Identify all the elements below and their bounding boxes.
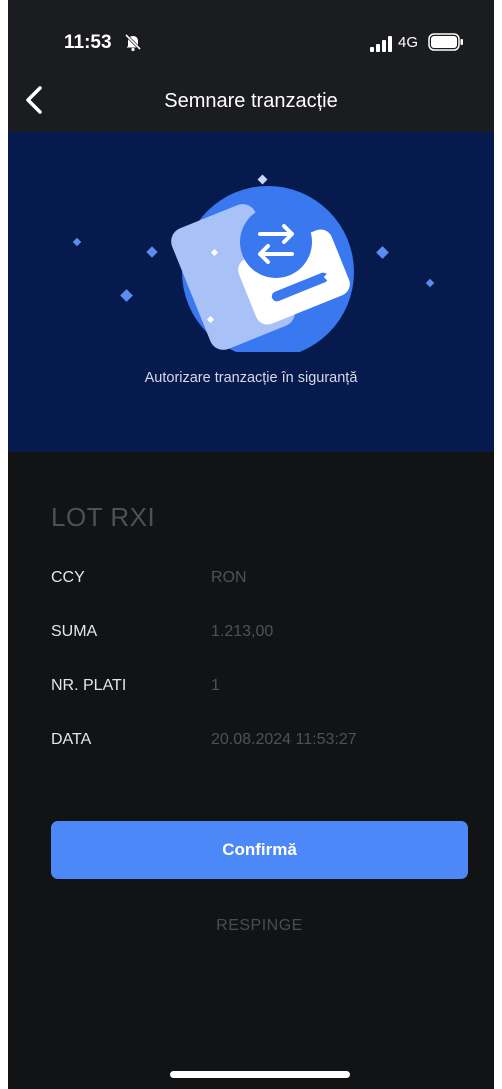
detail-row-ccy: CCY RON xyxy=(51,569,471,593)
detail-label: DATA xyxy=(51,731,92,748)
hero-banner: Autorizare tranzacție în siguranță xyxy=(8,132,494,452)
navigation-bar: Semnare tranzacție xyxy=(8,70,494,132)
signal-bars-icon xyxy=(370,36,392,52)
phone-transfer-icon xyxy=(72,174,435,352)
detail-value: 20.08.2024 11:53:27 xyxy=(211,731,357,748)
detail-row-payments-count: NR. PLATI 1 xyxy=(51,677,471,701)
status-time: 11:53 xyxy=(64,32,112,53)
detail-value: 1.213,00 xyxy=(211,623,274,640)
detail-row-date: DATA 20.08.2024 11:53:27 xyxy=(51,731,471,755)
status-bar: 11:53 4G xyxy=(8,0,494,70)
phone-screen: 11:53 4G Semnare tranzacție Autorizare t… xyxy=(8,0,494,1089)
battery-icon xyxy=(428,33,463,51)
page-title: Semnare tranzacție xyxy=(164,90,338,112)
detail-row-amount: SUMA 1.213,00 xyxy=(51,623,471,647)
reject-button[interactable]: RESPINGE xyxy=(51,908,468,944)
detail-value: RON xyxy=(211,569,247,586)
home-indicator[interactable] xyxy=(170,1071,350,1078)
batch-title: LOT RXI xyxy=(51,502,156,532)
network-type: 4G xyxy=(398,34,419,51)
detail-label: NR. PLATI xyxy=(51,677,127,694)
bell-slash-icon xyxy=(124,33,142,52)
hero-caption: Autorizare tranzacție în siguranță xyxy=(144,370,358,386)
confirm-button[interactable]: Confirmă xyxy=(51,821,468,879)
detail-value: 1 xyxy=(211,677,220,694)
detail-label: CCY xyxy=(51,569,85,586)
detail-label: SUMA xyxy=(51,623,98,640)
